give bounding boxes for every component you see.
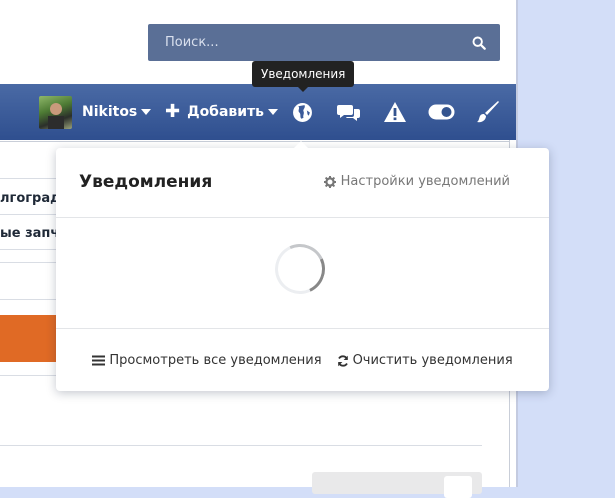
notifications-button[interactable] xyxy=(292,84,313,140)
background-text: ые запча xyxy=(0,226,56,241)
divider xyxy=(0,299,56,300)
orange-block xyxy=(0,315,56,362)
refresh-icon xyxy=(337,354,348,367)
background-text: лгоград xyxy=(0,191,56,206)
background-button xyxy=(312,472,482,498)
search-bar xyxy=(148,24,500,61)
globe-icon xyxy=(293,102,312,122)
divider xyxy=(56,217,549,218)
gear-icon xyxy=(323,175,336,188)
notifications-dropdown: Уведомления Настройки уведомлений Просмо… xyxy=(56,141,549,391)
chevron-down-icon xyxy=(268,109,279,115)
divider xyxy=(0,262,56,263)
notifications-tooltip: Уведомления xyxy=(252,61,355,92)
clear-notifications-label: Очистить уведомления xyxy=(352,353,513,368)
dropdown-title: Уведомления xyxy=(79,172,213,192)
search-input[interactable] xyxy=(148,24,458,61)
divider xyxy=(0,141,510,142)
loading-spinner-icon xyxy=(267,236,333,302)
chat-icon xyxy=(337,105,360,121)
divider xyxy=(56,328,549,329)
alerts-button[interactable] xyxy=(383,84,407,140)
dropdown-footer: Просмотреть все уведомления Очистить уве… xyxy=(56,353,549,368)
plus-icon: ✚ xyxy=(165,101,181,122)
style-toggle-button[interactable] xyxy=(428,84,455,140)
view-all-label: Просмотреть все уведомления xyxy=(109,353,322,368)
toggle-icon xyxy=(428,104,455,120)
divider xyxy=(0,249,56,250)
divider xyxy=(0,178,56,179)
brush-icon xyxy=(477,101,499,123)
notification-settings-label: Настройки уведомлений xyxy=(340,174,510,189)
divider xyxy=(0,445,482,446)
top-navbar: Nikitos ✚ Добавить xyxy=(0,84,516,140)
divider xyxy=(0,375,56,376)
alert-icon xyxy=(384,102,406,122)
tooltip-text: Уведомления xyxy=(261,67,346,81)
user-name: Nikitos xyxy=(82,104,138,120)
chevron-down-icon xyxy=(141,109,152,115)
customize-button[interactable] xyxy=(476,84,500,140)
view-all-notifications-link[interactable]: Просмотреть все уведомления xyxy=(92,353,322,368)
user-menu[interactable]: Nikitos xyxy=(39,84,152,140)
conversations-button[interactable] xyxy=(337,84,361,140)
add-menu[interactable]: ✚ Добавить xyxy=(165,84,279,140)
avatar[interactable] xyxy=(39,95,72,129)
search-icon[interactable] xyxy=(472,36,486,50)
clear-notifications-link[interactable]: Очистить уведомления xyxy=(337,353,513,368)
divider xyxy=(0,214,56,215)
notification-settings-link[interactable]: Настройки уведомлений xyxy=(323,174,510,189)
list-icon xyxy=(92,355,106,366)
add-label: Добавить xyxy=(187,104,265,120)
